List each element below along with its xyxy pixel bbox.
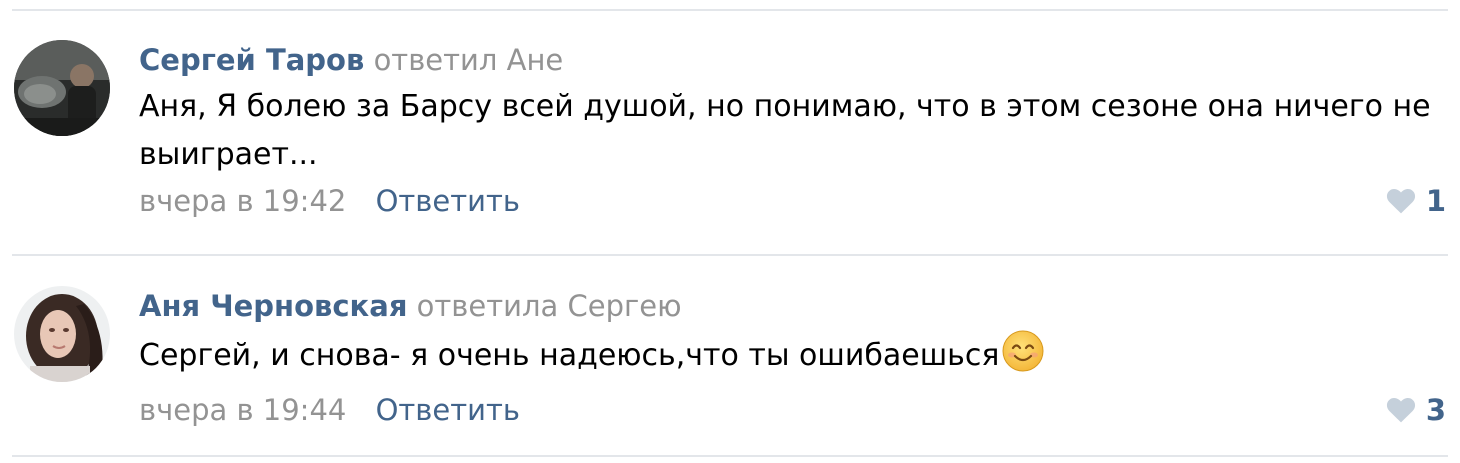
comment-footer: вчера в 19:42 Ответить 1 [139, 180, 1446, 222]
reply-to-label: ответила Сергею [416, 289, 682, 323]
comment-footer: вчера в 19:44 Ответить 3 [139, 389, 1446, 431]
avatar[interactable] [14, 286, 110, 382]
comment-text: Аня, Я болею за Барсу всей душой, но пон… [139, 89, 1431, 172]
top-divider [12, 9, 1448, 11]
comment-date[interactable]: вчера в 19:44 [139, 393, 346, 427]
reply-button[interactable]: Ответить [376, 393, 520, 427]
like-button[interactable]: 1 [1386, 180, 1446, 222]
comment-header: Аня Черновская ответила Сергею [139, 286, 1440, 326]
like-button[interactable]: 3 [1386, 389, 1446, 431]
like-count: 1 [1425, 184, 1446, 218]
avatar[interactable] [14, 40, 110, 136]
comment-author-link[interactable]: Сергей Таров [139, 43, 364, 77]
heart-icon [1386, 189, 1415, 214]
like-count: 3 [1425, 393, 1446, 427]
comment-text-content: Сергей, и снова- я очень надеюсь,что ты … [139, 338, 1000, 373]
comment-author-link[interactable]: Аня Черновская [139, 289, 407, 323]
smiling-face-emoji [1001, 329, 1045, 388]
comment-date[interactable]: вчера в 19:42 [139, 184, 346, 218]
heart-icon [1386, 398, 1415, 423]
comment-divider [12, 254, 1448, 256]
comment-header: Сергей Таров ответил Ане [139, 40, 1440, 80]
bottom-divider [12, 455, 1448, 457]
comment-text: Сергей, и снова- я очень надеюсь,что ты … [139, 329, 1440, 388]
reply-button[interactable]: Ответить [376, 184, 520, 218]
reply-to-label: ответил Ане [373, 43, 564, 77]
